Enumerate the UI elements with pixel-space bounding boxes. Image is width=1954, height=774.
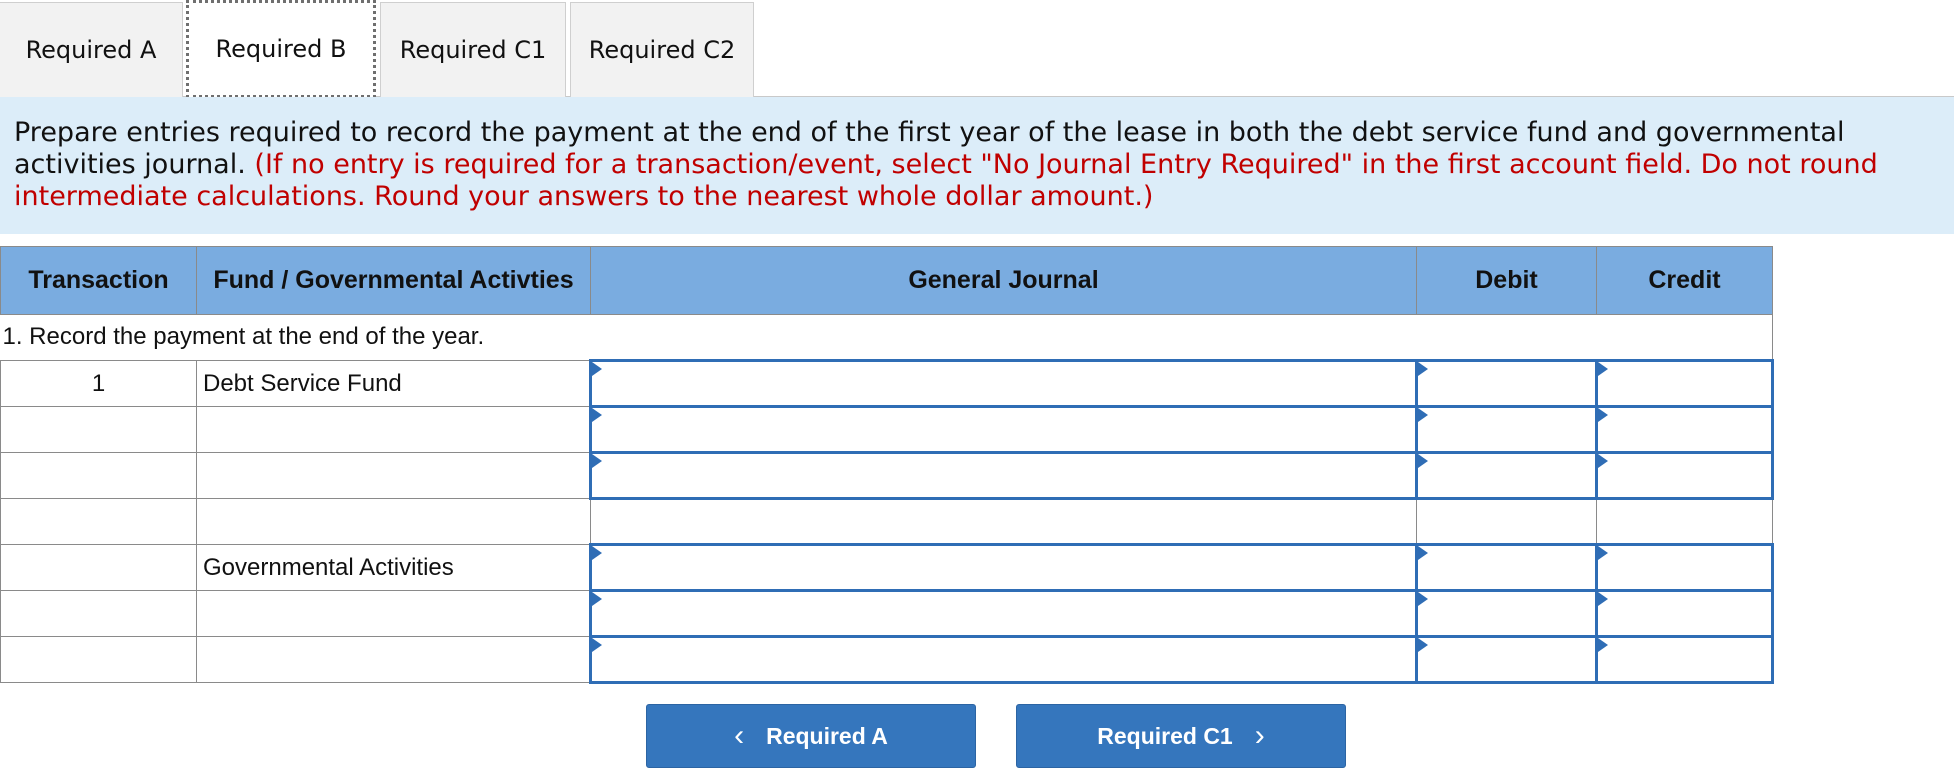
journal-row	[0, 589, 1774, 638]
debit-input-cell[interactable]	[1415, 405, 1598, 454]
header-general-journal: General Journal	[590, 246, 1417, 315]
tab-required-c2[interactable]: Required C2	[570, 2, 754, 97]
credit-input-cell[interactable]	[1595, 405, 1774, 454]
credit-input-cell[interactable]	[1595, 451, 1774, 500]
transaction-cell	[0, 636, 197, 683]
credit-input[interactable]	[1598, 455, 1771, 496]
header-credit: Credit	[1596, 246, 1773, 315]
debit-blank-cell	[1416, 498, 1597, 545]
header-transaction: Transaction	[0, 246, 197, 315]
account-input-cell[interactable]	[589, 405, 1418, 454]
account-input[interactable]	[592, 639, 1415, 680]
header-debit: Debit	[1416, 246, 1597, 315]
tab-required-a[interactable]: Required A	[0, 2, 183, 97]
header-fund: Fund / Governmental Activties	[196, 246, 591, 315]
chevron-right-icon: ›	[1254, 719, 1265, 752]
credit-input-cell[interactable]	[1595, 359, 1774, 408]
journal-row	[0, 451, 1774, 500]
fund-cell	[196, 498, 591, 545]
debit-input[interactable]	[1418, 639, 1595, 680]
instructions-panel: Prepare entries required to record the p…	[0, 97, 1954, 234]
credit-input[interactable]	[1598, 409, 1771, 450]
credit-input[interactable]	[1598, 363, 1771, 404]
debit-input-cell[interactable]	[1415, 589, 1598, 638]
table-header-row: Transaction Fund / Governmental Activtie…	[0, 246, 1773, 315]
fund-cell	[196, 636, 591, 683]
debit-input-cell[interactable]	[1415, 451, 1598, 500]
debit-input-cell[interactable]	[1415, 543, 1598, 592]
transaction-cell	[0, 544, 197, 591]
credit-input-cell[interactable]	[1595, 543, 1774, 592]
account-input[interactable]	[592, 593, 1415, 634]
account-input-cell[interactable]	[589, 359, 1418, 408]
debit-input[interactable]	[1418, 455, 1595, 496]
journal-row: Governmental Activities	[0, 543, 1774, 592]
next-button-label: Required C1	[1097, 722, 1233, 749]
next-required-c1-button[interactable]: Required C1 ›	[1016, 704, 1346, 768]
account-input[interactable]	[592, 547, 1415, 588]
account-blank-cell	[590, 498, 1417, 545]
prev-button-label: Required A	[766, 722, 888, 749]
transaction-cell	[0, 452, 197, 499]
credit-input[interactable]	[1598, 639, 1771, 680]
debit-input-cell[interactable]	[1415, 359, 1598, 408]
fund-cell	[196, 590, 591, 637]
prev-required-a-button[interactable]: ‹ Required A	[646, 704, 976, 768]
account-input-cell[interactable]	[589, 543, 1418, 592]
instructions-note: (If no entry is required for a transacti…	[14, 149, 1878, 212]
tab-bar: Required A Required B Required C1 Requir…	[0, 0, 1954, 98]
debit-input-cell[interactable]	[1415, 635, 1598, 684]
fund-cell	[196, 406, 591, 453]
journal-row: 1 Debt Service Fund	[0, 359, 1774, 408]
debit-input[interactable]	[1418, 363, 1595, 404]
transaction-description: 1. Record the payment at the end of the …	[0, 314, 1773, 361]
credit-input-cell[interactable]	[1595, 635, 1774, 684]
debit-input[interactable]	[1418, 547, 1595, 588]
account-input-cell[interactable]	[589, 635, 1418, 684]
chevron-left-icon: ‹	[734, 719, 745, 752]
account-input[interactable]	[592, 363, 1415, 404]
debit-input[interactable]	[1418, 409, 1595, 450]
tab-required-c1[interactable]: Required C1	[380, 2, 566, 97]
credit-input[interactable]	[1598, 593, 1771, 634]
transaction-description-row: 1. Record the payment at the end of the …	[0, 314, 1773, 361]
journal-table: Transaction Fund / Governmental Activtie…	[0, 246, 1774, 684]
journal-row	[0, 635, 1774, 684]
fund-cell: Governmental Activities	[196, 544, 591, 591]
credit-blank-cell	[1596, 498, 1773, 545]
fund-cell	[196, 452, 591, 499]
tab-required-b[interactable]: Required B	[186, 0, 376, 98]
credit-input-cell[interactable]	[1595, 589, 1774, 638]
account-input[interactable]	[592, 409, 1415, 450]
account-input[interactable]	[592, 455, 1415, 496]
fund-cell: Debt Service Fund	[196, 360, 591, 407]
transaction-cell	[0, 406, 197, 453]
journal-row	[0, 498, 1773, 545]
debit-input[interactable]	[1418, 593, 1595, 634]
account-input-cell[interactable]	[589, 451, 1418, 500]
transaction-cell	[0, 498, 197, 545]
journal-row	[0, 405, 1774, 454]
transaction-cell	[0, 590, 197, 637]
credit-input[interactable]	[1598, 547, 1771, 588]
account-input-cell[interactable]	[589, 589, 1418, 638]
transaction-cell: 1	[0, 360, 197, 407]
